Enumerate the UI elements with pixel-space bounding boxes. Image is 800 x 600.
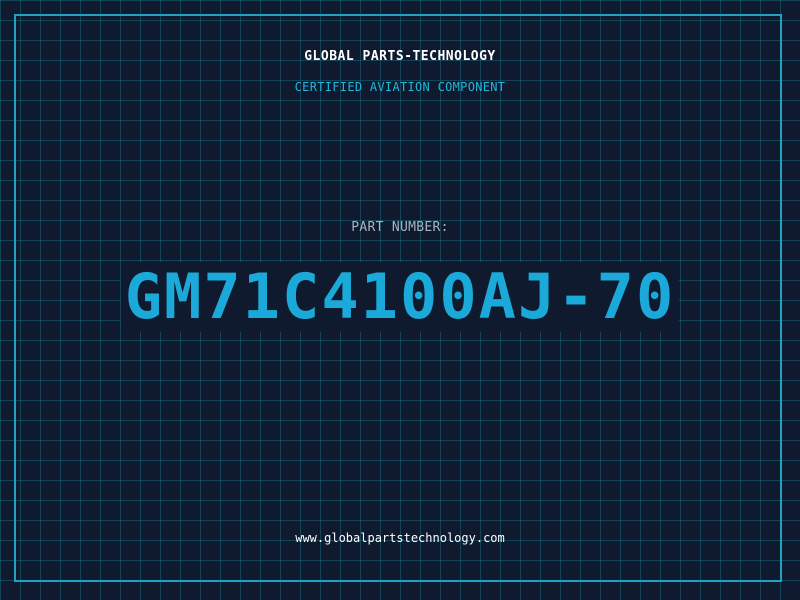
part-number-label: PART NUMBER: bbox=[351, 220, 449, 235]
website-url: www.globalpartstechnology.com bbox=[295, 531, 505, 545]
part-number-value: GM71C4100AJ-70 bbox=[120, 262, 680, 332]
tagline: CERTIFIED AVIATION COMPONENT bbox=[294, 80, 506, 94]
part-number-container: GM71C4100AJ-70 bbox=[80, 262, 720, 332]
company-name: GLOBAL PARTS-TECHNOLOGY bbox=[304, 49, 496, 64]
